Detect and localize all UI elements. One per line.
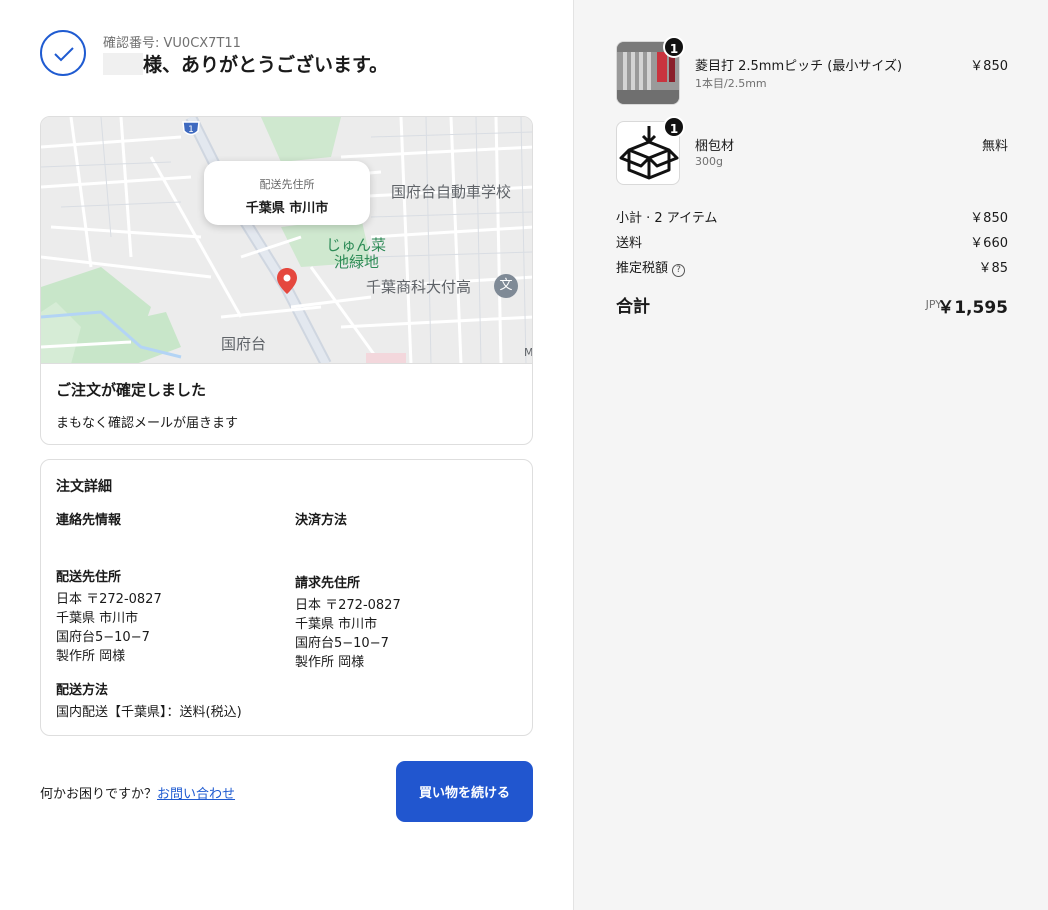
- order-details-card: 注文詳細 連絡先情報 決済方法 配送先住所 日本 〒272-0827 千葉県 市…: [40, 459, 533, 736]
- thank-you-text: 様、ありがとうございます。: [143, 54, 389, 76]
- map-label-high-school: 千葉商科大付高: [366, 278, 472, 296]
- order-confirmed-title: ご注文が確定しました: [56, 381, 207, 399]
- billing-address-line: 製作所 岡様: [295, 655, 365, 670]
- continue-shopping-button[interactable]: 買い物を続ける: [396, 761, 533, 822]
- shipping-address-line: 国府台5−10−7: [56, 630, 150, 645]
- route-shield-icon: 1: [181, 120, 201, 138]
- subtotal-value: ￥850: [970, 211, 1008, 226]
- billing-address-label: 請求先住所: [295, 576, 361, 591]
- billing-address-line: 国府台5−10−7: [295, 636, 389, 651]
- billing-address-line: 日本 〒272-0827: [295, 598, 401, 613]
- billing-address-line: 千葉県 市川市: [295, 617, 378, 632]
- shipping-address-line: 千葉県 市川市: [56, 611, 139, 626]
- map-attribution: M: [524, 346, 533, 359]
- shipping-method-label: 配送方法: [56, 683, 109, 698]
- help-text: 何かお困りですか？お問い合わせ: [40, 783, 235, 802]
- contact-info-label: 連絡先情報: [56, 513, 122, 528]
- route-number: 1: [188, 125, 194, 135]
- thank-you-heading: 様、ありがとうございます。: [103, 50, 388, 77]
- confirmation-number: 確認番号: VU0CX7T11: [103, 36, 241, 51]
- item-variant: 300g: [695, 155, 723, 168]
- shipping-address: 日本 〒272-0827 千葉県 市川市 国府台5−10−7 製作所 岡様: [56, 590, 162, 666]
- shipping-value: ￥660: [970, 236, 1008, 251]
- check-circle-icon: [40, 30, 86, 76]
- shipping-address-label: 配送先住所: [56, 570, 122, 585]
- tax-value: ￥85: [978, 261, 1008, 276]
- map-popup: 配送先住所 千葉県 市川市: [204, 161, 370, 225]
- popup-title: 配送先住所: [259, 178, 315, 191]
- billing-address: 日本 〒272-0827 千葉県 市川市 国府台5−10−7 製作所 岡様: [295, 596, 401, 672]
- delivery-map[interactable]: 1 国府台自動車学校 じゅん菜 池緑地 千葉商科大付高 文 国府台 M 配送先住…: [41, 117, 533, 364]
- item-variant: 1本目/2.5mm: [695, 77, 767, 90]
- map-label-district: 国府台: [221, 335, 267, 353]
- tax-row: 推定税額?: [616, 257, 686, 277]
- item-name: 菱目打 2.5mmピッチ (最小サイズ): [695, 59, 903, 74]
- school-icon: 文: [494, 274, 518, 298]
- item-price: 無料: [981, 139, 1008, 154]
- help-question: 何かお困りですか？: [40, 787, 158, 802]
- order-summary-panel: 1 菱目打 2.5mmピッチ (最小サイズ) 1本目/2.5mm ￥850 1 …: [573, 0, 1048, 910]
- order-confirmed-subtitle: まもなく確認メールが届きます: [56, 416, 239, 431]
- item-price: ￥850: [970, 59, 1008, 74]
- subtotal-label: 小計 · 2 アイテム: [616, 211, 718, 226]
- total-value: ￥1,595: [937, 298, 1008, 318]
- tax-label: 推定税額: [616, 261, 669, 276]
- quantity-badge: 1: [663, 36, 685, 58]
- contact-link[interactable]: お問い合わせ: [157, 787, 235, 802]
- map-label-park-line2: 池緑地: [334, 253, 380, 271]
- item-name: 梱包材: [695, 139, 735, 154]
- shipping-method: 国内配送【千葉県】：送料(税込): [56, 705, 242, 720]
- help-circle-icon[interactable]: ?: [672, 264, 686, 277]
- order-confirmed-card: 1 国府台自動車学校 じゅん菜 池緑地 千葉商科大付高 文 国府台 M 配送先住…: [40, 116, 533, 445]
- main-panel: 確認番号: VU0CX7T11 様、ありがとうございます。 1 国府台自動車学校…: [0, 0, 573, 910]
- map-label-school: 国府台自動車学校: [391, 183, 512, 201]
- quantity-badge: 1: [663, 116, 685, 138]
- shipping-address-line: 製作所 岡様: [56, 649, 126, 664]
- shipping-address-line: 日本 〒272-0827: [56, 592, 162, 607]
- payment-method-label: 決済方法: [295, 513, 348, 528]
- shipping-label: 送料: [616, 236, 643, 251]
- popup-value: 千葉県 市川市: [245, 201, 329, 216]
- total-label: 合計: [616, 297, 650, 317]
- customer-name-redacted: [103, 53, 143, 75]
- order-details-title: 注文詳細: [56, 479, 112, 495]
